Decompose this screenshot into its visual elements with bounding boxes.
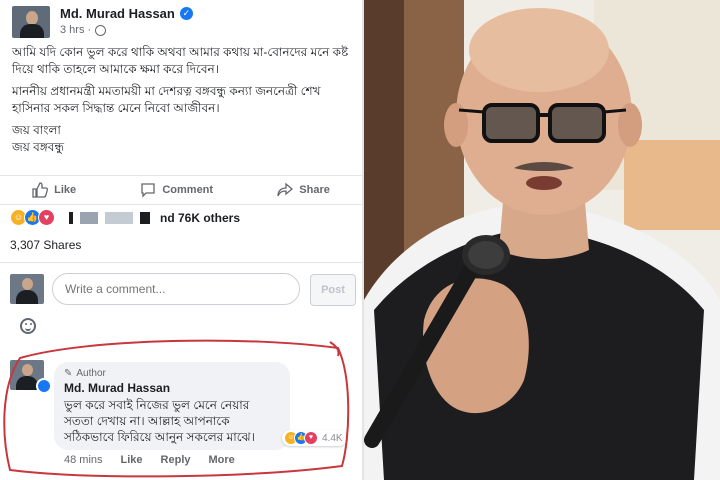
post-time[interactable]: 3 hrs · bbox=[60, 24, 91, 36]
comment-reply-link[interactable]: Reply bbox=[161, 454, 191, 466]
speaker-photo bbox=[364, 0, 720, 480]
post-author[interactable]: Md. Murad Hassan ✓ bbox=[60, 6, 193, 21]
comment-actions: 48 mins Like Reply More bbox=[64, 454, 235, 466]
comment-icon bbox=[141, 183, 155, 198]
like-button[interactable]: Like bbox=[32, 182, 76, 198]
like-label: Like bbox=[54, 184, 77, 196]
shares-count[interactable]: 3,307 Shares bbox=[10, 238, 81, 252]
comment-like-link[interactable]: Like bbox=[121, 454, 143, 466]
post-body: আমি যদি কোন ভুল করে থাকি অথবা আমার কথায়… bbox=[12, 44, 352, 161]
reactions-count[interactable]: nd 76K others bbox=[160, 211, 240, 225]
portrait-photo bbox=[364, 0, 720, 480]
post-meta: 3 hrs · bbox=[60, 24, 107, 36]
comment-input[interactable] bbox=[52, 273, 300, 305]
share-icon bbox=[277, 182, 294, 197]
like-icon bbox=[32, 182, 49, 198]
comment-more-link[interactable]: More bbox=[209, 454, 235, 466]
comment-button[interactable]: Comment bbox=[140, 182, 213, 198]
love-reaction-icon: ♥ bbox=[304, 431, 318, 445]
redaction-mark bbox=[80, 211, 98, 224]
post-paragraph: জয় বাংলা জয় বঙ্গবন্ধু bbox=[12, 123, 64, 154]
redaction-mark bbox=[140, 211, 150, 224]
post-author-avatar[interactable] bbox=[12, 6, 50, 38]
verified-icon bbox=[36, 378, 52, 394]
author-badge: ✎ Author bbox=[64, 368, 280, 379]
smiley-icon[interactable] bbox=[20, 318, 36, 334]
comment-bubble: ✎ Author Md. Murad Hassan ভুল করে সবাই ন… bbox=[54, 362, 290, 450]
post-action-bar: Like Comment Share bbox=[0, 175, 362, 205]
divider bbox=[0, 262, 362, 263]
comment-label: Comment bbox=[162, 184, 214, 196]
post-paragraph: মাননীয় প্রধানমন্ত্রী মমতাময়ী মা দেশরত্… bbox=[12, 84, 321, 115]
verified-icon: ✓ bbox=[179, 7, 193, 20]
redaction-mark bbox=[69, 211, 73, 224]
reactions-summary[interactable]: ☺ 👍 ♥ nd 76K others bbox=[10, 209, 240, 226]
comment-reaction-count: 4.4K bbox=[322, 432, 343, 444]
pen-icon: ✎ bbox=[64, 368, 73, 379]
post-author-name[interactable]: Md. Murad Hassan bbox=[60, 6, 175, 21]
comment-author-name[interactable]: Md. Murad Hassan bbox=[64, 381, 280, 395]
author-badge-label: Author bbox=[76, 368, 106, 379]
comment-time[interactable]: 48 mins bbox=[64, 454, 103, 466]
facebook-post-screenshot: Md. Murad Hassan ✓ 3 hrs · আমি যদি কোন ভ… bbox=[0, 0, 362, 480]
post-comment-button[interactable]: Post bbox=[310, 274, 356, 306]
viewer-avatar bbox=[10, 274, 44, 304]
redaction-mark bbox=[105, 211, 133, 224]
comment-text: ভুল করে সবাই নিজের ভুল মেনে নেয়ার সততা … bbox=[64, 398, 255, 444]
love-reaction-icon: ♥ bbox=[38, 209, 55, 226]
share-button[interactable]: Share bbox=[277, 182, 330, 198]
post-paragraph: আমি যদি কোন ভুল করে থাকি অথবা আমার কথায়… bbox=[12, 45, 349, 76]
share-label: Share bbox=[299, 184, 330, 196]
globe-icon bbox=[95, 24, 107, 36]
comment-reactions[interactable]: ☺ 👍 ♥ 4.4K bbox=[282, 430, 347, 446]
